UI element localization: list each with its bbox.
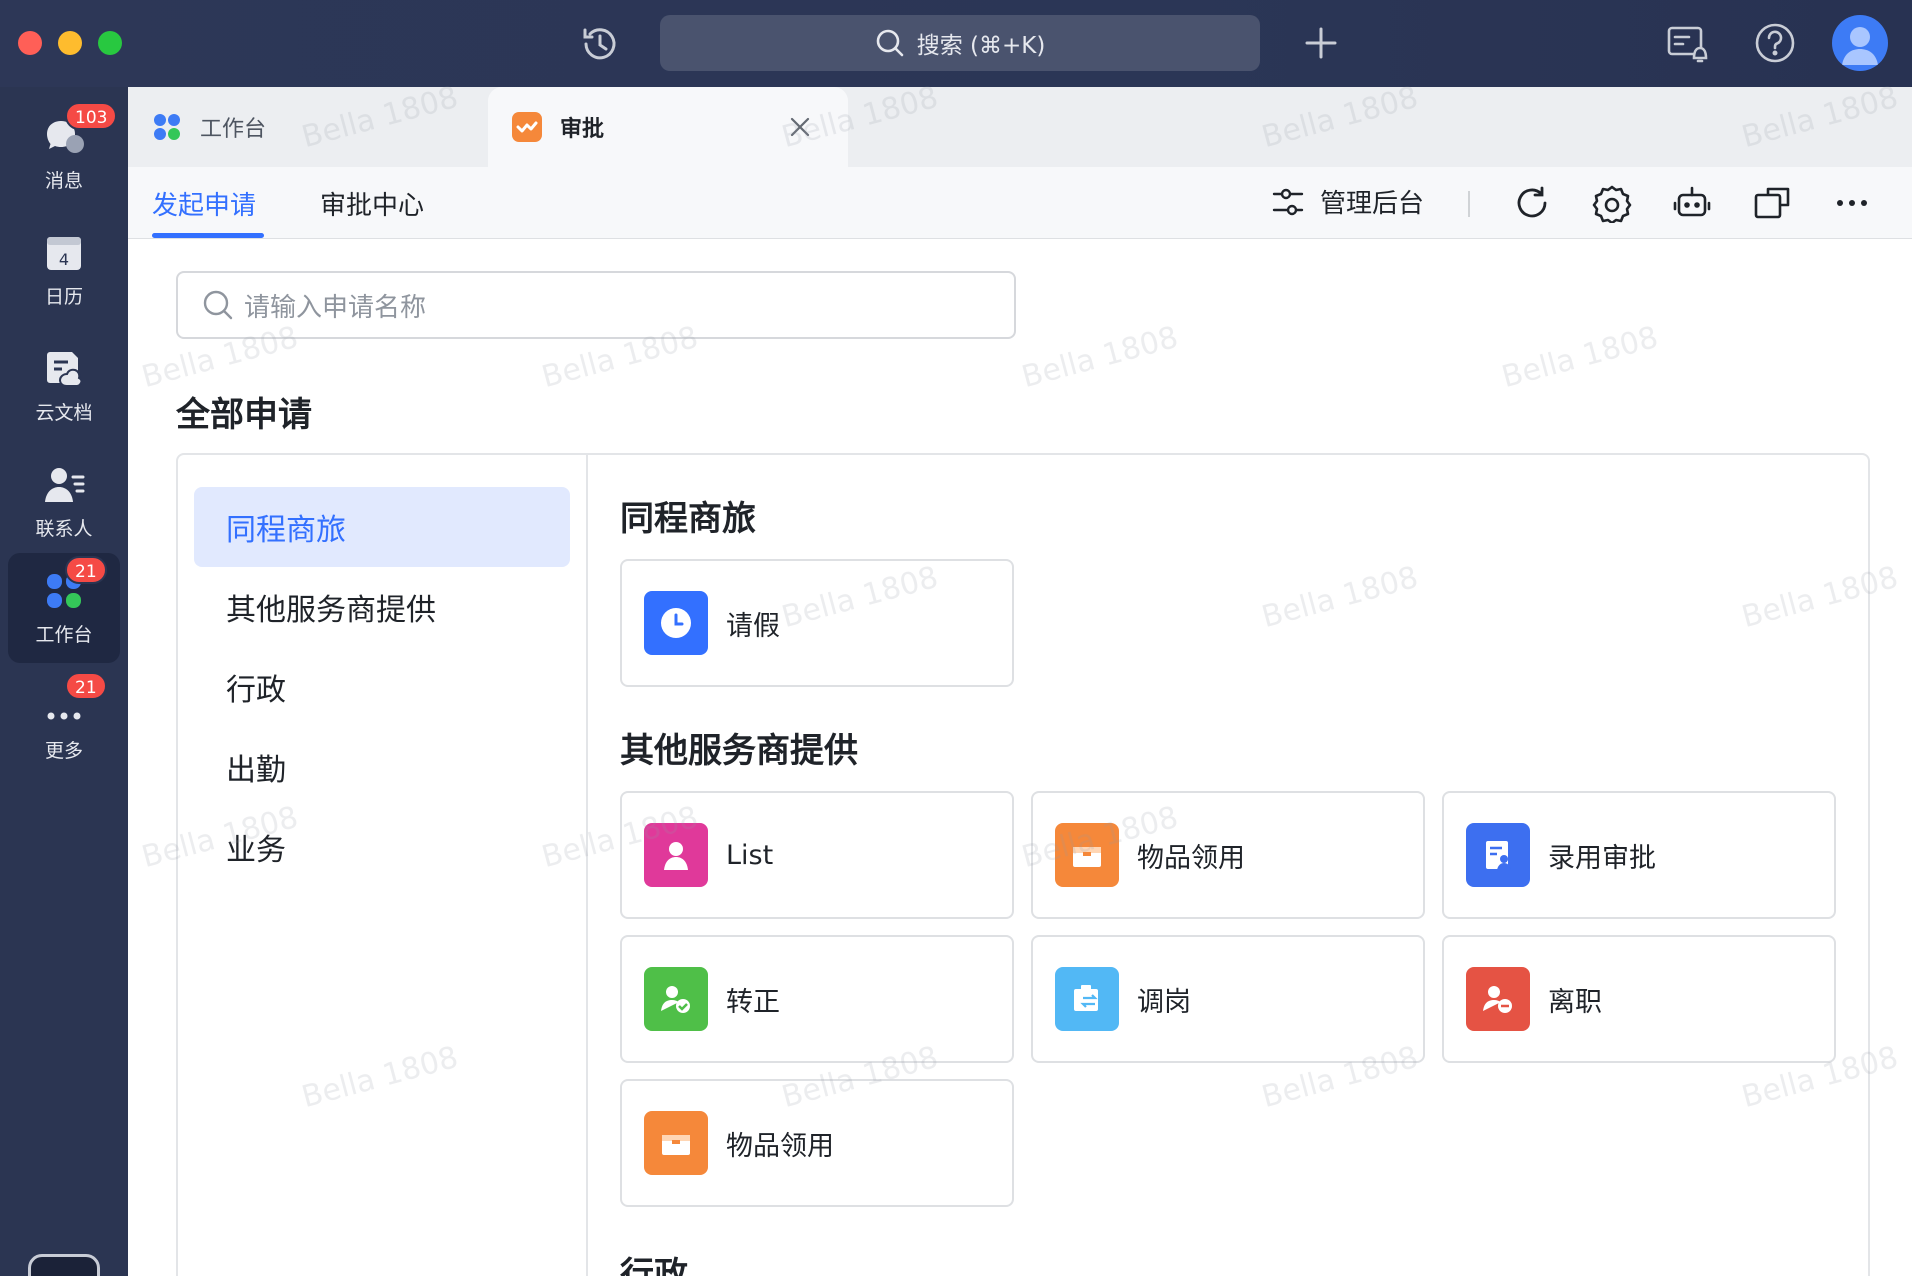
app-card[interactable]: 物品领用	[620, 1079, 1014, 1207]
calendar-icon: 4	[47, 236, 81, 270]
rail-item-label: 更多	[44, 739, 83, 762]
maximize-window-button[interactable]	[98, 31, 122, 55]
requests-panel: 同程商旅 其他服务商提供 行政 出勤 业务 同程商旅 请假 其他服务商提供 Li…	[176, 453, 1870, 1276]
tab-workspace[interactable]: 工作台	[128, 87, 488, 167]
approval-app-icon	[512, 112, 542, 142]
app-label: 录用审批	[1548, 842, 1656, 874]
rail-item-label: 云文档	[35, 401, 93, 424]
more-badge: 21	[65, 671, 107, 700]
rail-item-docs[interactable]: 云文档	[8, 331, 120, 441]
app-label: 请假	[726, 610, 780, 642]
screen-notification-icon[interactable]	[1664, 20, 1710, 66]
app-card[interactable]: 转正	[620, 935, 1014, 1063]
content-area: 请输入申请名称 全部申请 同程商旅 其他服务商提供 行政 出勤 业务 同程商旅 …	[128, 239, 1912, 1276]
person-icon	[1842, 27, 1878, 65]
app-card[interactable]: 离职	[1442, 935, 1836, 1063]
robot-icon[interactable]	[1672, 183, 1712, 223]
box-icon	[1055, 823, 1119, 887]
rail-item-workspace[interactable]: 21 工作台	[8, 553, 120, 663]
app-label: 物品领用	[1137, 842, 1245, 874]
request-search-input[interactable]: 请输入申请名称	[176, 271, 1016, 339]
rail-item-label: 日历	[44, 285, 83, 308]
history-icon[interactable]	[578, 22, 622, 66]
category-item[interactable]: 其他服务商提供	[194, 567, 570, 647]
tab-strip: 工作台 审批	[128, 87, 1912, 167]
tab-approval[interactable]: 审批	[488, 87, 848, 167]
group-heading: 行政	[620, 1255, 688, 1276]
rail-item-calendar[interactable]: 4 日历	[8, 215, 120, 325]
group-heading: 其他服务商提供	[620, 731, 858, 771]
open-window-icon[interactable]	[1752, 183, 1792, 223]
close-icon[interactable]	[788, 115, 812, 139]
app-label: 转正	[726, 986, 780, 1018]
category-item[interactable]: 业务	[194, 807, 570, 887]
close-window-button[interactable]	[18, 31, 42, 55]
app-card[interactable]: 物品领用	[1031, 791, 1425, 919]
document-person-icon	[1466, 823, 1530, 887]
title-bar: 搜索 (⌘+K)	[0, 0, 1912, 87]
transfer-icon	[1055, 967, 1119, 1031]
app-card[interactable]: 请假	[620, 559, 1014, 687]
global-search-label: 搜索 (⌘+K)	[916, 33, 1046, 59]
rail-item-contacts[interactable]: 联系人	[8, 447, 120, 557]
category-item[interactable]: 行政	[194, 647, 570, 727]
refresh-icon[interactable]	[1512, 183, 1552, 223]
messages-badge: 103	[65, 101, 118, 130]
help-icon[interactable]	[1752, 20, 1798, 66]
rail-item-label: 工作台	[35, 623, 93, 646]
search-icon	[876, 29, 903, 57]
cloud-document-icon	[47, 351, 83, 387]
sub-navigation: 发起申请 审批中心 管理后台	[128, 167, 1912, 239]
contacts-icon	[45, 467, 85, 502]
box-icon	[644, 1111, 708, 1175]
app-groups: 同程商旅 请假 其他服务商提供 List 物品领用 录用审批 转正 调岗 离职 …	[588, 455, 1868, 1276]
global-search-bar[interactable]: 搜索 (⌘+K)	[660, 15, 1260, 71]
app-label: List	[726, 839, 774, 871]
divider	[1468, 191, 1470, 217]
category-item[interactable]: 同程商旅	[194, 487, 570, 567]
admin-console-label: 管理后台	[1320, 189, 1425, 219]
person-icon	[644, 823, 708, 887]
tenant-avatar[interactable]: T	[28, 1254, 100, 1276]
tab-label: 工作台	[200, 117, 267, 142]
app-label: 离职	[1548, 986, 1602, 1018]
calendar-day: 4	[59, 250, 69, 269]
app-label: 物品领用	[726, 1130, 834, 1162]
app-label: 调岗	[1137, 986, 1191, 1018]
plus-icon[interactable]	[1302, 24, 1340, 62]
active-tab-indicator	[152, 233, 264, 238]
sliders-icon	[1272, 188, 1304, 215]
main-window: 工作台 审批 发起申请 审批中心 管理后台 请输入申请名称 全部申请 同程商旅 …	[128, 87, 1912, 1276]
rail-item-label: 消息	[44, 169, 83, 192]
search-placeholder: 请输入申请名称	[244, 292, 427, 323]
rail-item-more[interactable]: 21 更多	[8, 669, 120, 779]
more-horizontal-icon[interactable]	[1832, 183, 1872, 223]
category-list: 同程商旅 其他服务商提供 行政 出勤 业务	[178, 455, 588, 1276]
workspace-grid-icon	[154, 114, 180, 140]
page-title: 全部申请	[176, 395, 312, 435]
tab-label: 审批	[560, 117, 605, 142]
admin-console-button[interactable]: 管理后台	[1270, 183, 1424, 220]
person-remove-icon	[1466, 967, 1530, 1031]
rail-item-messages[interactable]: 103 消息	[8, 99, 120, 209]
person-check-icon	[644, 967, 708, 1031]
app-card[interactable]: 录用审批	[1442, 791, 1836, 919]
workspace-badge: 21	[65, 555, 107, 584]
clock-icon	[644, 591, 708, 655]
minimize-window-button[interactable]	[58, 31, 82, 55]
tab-approval-center[interactable]: 审批中心	[320, 185, 424, 222]
category-item[interactable]: 出勤	[194, 727, 570, 807]
user-avatar[interactable]	[1832, 15, 1888, 71]
left-rail: 103 消息 4 日历 云文档 联系人 21 工作台 21 更多	[0, 87, 128, 1276]
app-card[interactable]: 调岗	[1031, 935, 1425, 1063]
search-icon	[203, 290, 233, 320]
rail-item-label: 联系人	[35, 517, 93, 540]
tab-submit-request[interactable]: 发起申请	[152, 185, 256, 222]
group-heading: 同程商旅	[620, 499, 756, 539]
app-card[interactable]: List	[620, 791, 1014, 919]
gear-icon[interactable]	[1592, 183, 1632, 223]
